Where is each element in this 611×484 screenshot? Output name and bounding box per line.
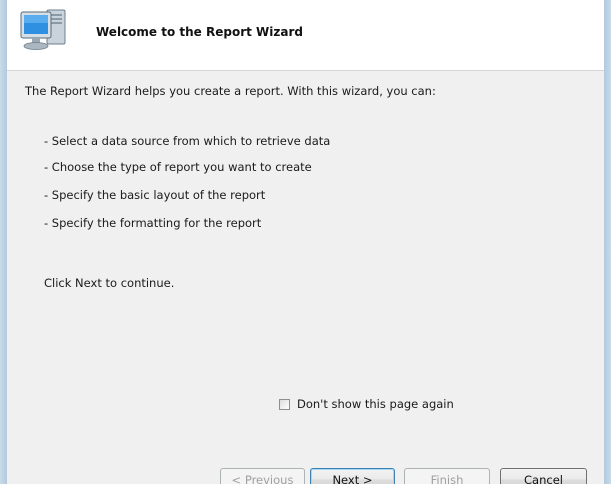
next-button[interactable]: Next > bbox=[310, 468, 395, 484]
intro-text: The Report Wizard helps you create a rep… bbox=[25, 84, 436, 98]
window-frame-right bbox=[604, 0, 611, 484]
wizard-title: Welcome to the Report Wizard bbox=[96, 25, 303, 39]
bullet-specify-formatting: - Specify the formatting for the report bbox=[44, 216, 262, 230]
dont-show-again-label[interactable]: Don't show this page again bbox=[297, 397, 454, 411]
window-frame-left bbox=[0, 0, 7, 484]
bullet-choose-report-type: - Choose the type of report you want to … bbox=[44, 160, 312, 174]
continue-instruction: Click Next to continue. bbox=[44, 276, 175, 290]
computer-monitor-icon bbox=[20, 9, 66, 50]
bullet-select-data-source: - Select a data source from which to ret… bbox=[44, 134, 331, 148]
finish-button[interactable]: Finish bbox=[404, 468, 490, 484]
bullet-specify-layout: - Specify the basic layout of the report bbox=[44, 188, 266, 202]
cancel-button[interactable]: Cancel bbox=[500, 468, 587, 484]
report-wizard-window: Welcome to the Report Wizard The Report … bbox=[0, 0, 611, 484]
wizard-header: Welcome to the Report Wizard bbox=[7, 0, 604, 71]
dont-show-again-checkbox[interactable] bbox=[279, 398, 290, 410]
previous-button[interactable]: < Previous bbox=[220, 468, 305, 484]
dont-show-again-option[interactable]: Don't show this page again bbox=[279, 397, 454, 411]
